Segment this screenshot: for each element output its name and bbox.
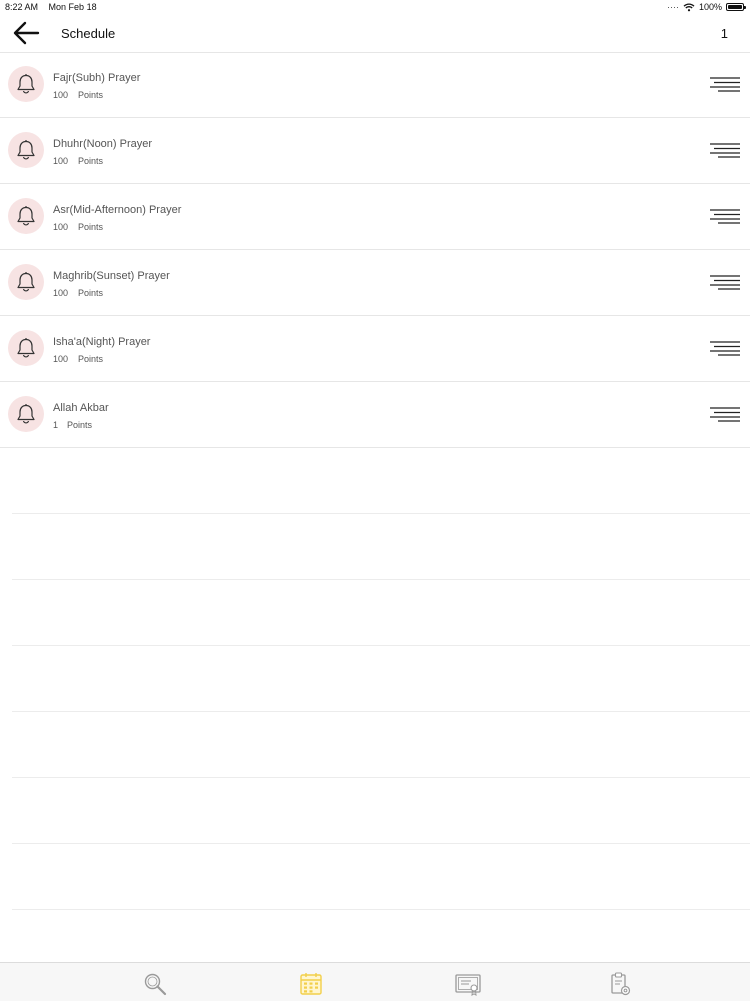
calendar-icon [300, 973, 322, 995]
bell-icon [8, 264, 44, 300]
tab-search[interactable] [140, 971, 170, 997]
certificate-icon [455, 974, 481, 996]
tab-bar [0, 962, 750, 1001]
list-item[interactable]: Isha'a(Night) Prayer 100 Points [0, 316, 750, 382]
tab-clipboard-settings[interactable] [605, 971, 635, 997]
item-title: Dhuhr(Noon) Prayer [53, 138, 153, 150]
points-value: 100 [53, 222, 69, 232]
item-points: 100 Points [53, 222, 103, 232]
points-label: Points [67, 420, 93, 430]
navigation-bar: Schedule 1 [0, 14, 750, 53]
bell-icon [8, 66, 44, 102]
reorder-handle-icon[interactable] [710, 76, 740, 92]
battery-percent: 100% [698, 2, 722, 12]
schedule-list: Fajr(Subh) Prayer 100 Points Dhuhr(Noon) … [0, 52, 750, 910]
bell-icon [8, 132, 44, 168]
list-item[interactable]: Dhuhr(Noon) Prayer 100 Points [0, 118, 750, 184]
points-value: 100 [53, 354, 69, 364]
search-icon [144, 973, 167, 996]
points-label: Points [78, 354, 104, 364]
empty-row [12, 580, 750, 646]
item-title: Maghrib(Sunset) Prayer [53, 270, 170, 282]
list-item[interactable]: Fajr(Subh) Prayer 100 Points [0, 52, 750, 118]
item-title: Asr(Mid-Afternoon) Prayer [53, 204, 182, 216]
empty-row [12, 844, 750, 910]
status-right: ···· 100% [666, 2, 746, 12]
points-label: Points [78, 288, 104, 298]
empty-row [12, 514, 750, 580]
empty-row [12, 448, 750, 514]
bell-icon [8, 330, 44, 366]
item-points: 100 Points [53, 288, 103, 298]
reorder-handle-icon[interactable] [710, 208, 740, 224]
status-bar: 8:22 AM Mon Feb 18 ···· 100% [0, 0, 750, 14]
item-points: 100 Points [53, 354, 103, 364]
bell-icon [8, 396, 44, 432]
item-points: 100 Points [53, 90, 103, 100]
back-button[interactable] [12, 20, 42, 46]
clipboard-settings-icon [611, 972, 631, 996]
empty-row [12, 712, 750, 778]
status-date: Mon Feb 18 [48, 2, 97, 12]
points-value: 100 [53, 90, 69, 100]
status-time: 8:22 AM [5, 2, 39, 12]
page-title: Schedule [61, 26, 116, 41]
points-value: 1 [53, 420, 59, 430]
empty-row [12, 778, 750, 844]
list-item[interactable]: Maghrib(Sunset) Prayer 100 Points [0, 250, 750, 316]
item-points: 1 Points [53, 420, 92, 430]
wifi-icon [683, 2, 695, 11]
points-label: Points [78, 222, 104, 232]
schedule-count: 1 [720, 26, 728, 41]
points-label: Points [78, 156, 104, 166]
bell-icon [8, 198, 44, 234]
points-label: Points [78, 90, 104, 100]
item-title: Allah Akbar [53, 402, 109, 414]
list-item[interactable]: Asr(Mid-Afternoon) Prayer 100 Points [0, 184, 750, 250]
signal-icon: ···· [666, 2, 679, 12]
item-title: Isha'a(Night) Prayer [53, 336, 151, 348]
reorder-handle-icon[interactable] [710, 142, 740, 158]
reorder-handle-icon[interactable] [710, 406, 740, 422]
item-title: Fajr(Subh) Prayer [53, 72, 141, 84]
points-value: 100 [53, 156, 69, 166]
tab-calendar[interactable] [296, 971, 326, 997]
status-left: 8:22 AM Mon Feb 18 [5, 2, 105, 12]
list-item[interactable]: Allah Akbar 1 Points [0, 382, 750, 448]
points-value: 100 [53, 288, 69, 298]
battery-icon [726, 3, 746, 11]
arrow-left-icon [13, 21, 40, 45]
reorder-handle-icon[interactable] [710, 274, 740, 290]
empty-row [12, 646, 750, 712]
item-points: 100 Points [53, 156, 103, 166]
tab-certificate[interactable] [453, 971, 483, 997]
reorder-handle-icon[interactable] [710, 340, 740, 356]
